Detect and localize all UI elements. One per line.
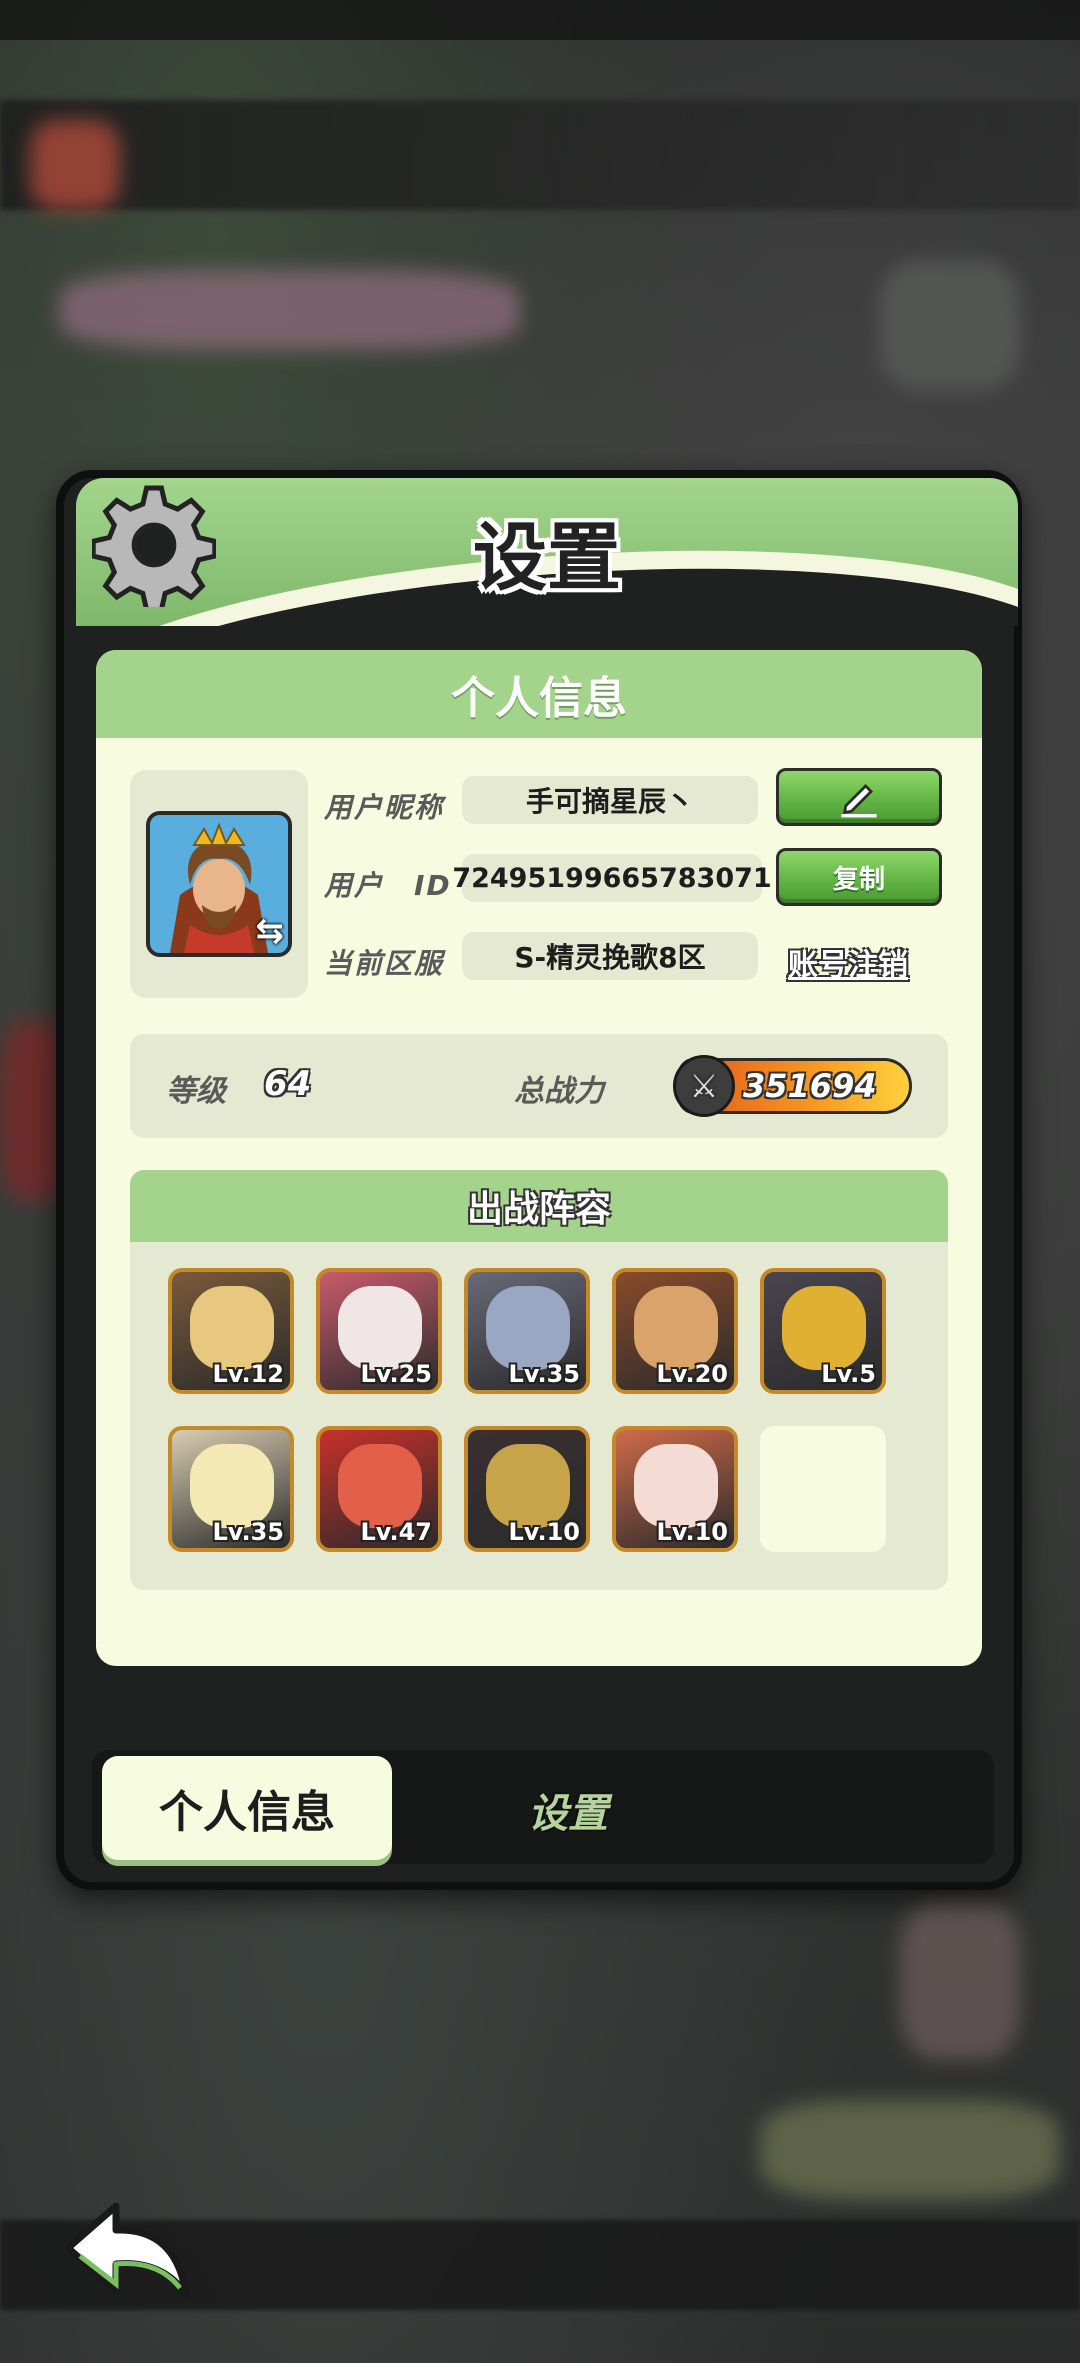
pencil-icon xyxy=(841,784,877,818)
lineup-heading: 出战阵容 xyxy=(130,1170,948,1242)
personal-info-card: 个人信息 ⇆ 用户昵称 手可摘星辰丶 用户 ID 724951996657830… xyxy=(96,650,982,1666)
hero-level: Lv.25 xyxy=(360,1360,433,1388)
status-bar-area xyxy=(0,0,1080,40)
card-heading: 个人信息 xyxy=(96,650,982,738)
hero-level: Lv.12 xyxy=(212,1360,285,1388)
blurred-shape xyxy=(30,120,120,210)
tab-bar: 个人信息 设置 xyxy=(92,1750,994,1864)
back-arrow-icon[interactable] xyxy=(58,2198,198,2308)
nickname-label: 用户昵称 xyxy=(324,791,445,824)
nickname-value: 手可摘星辰丶 xyxy=(462,776,758,824)
crossed-swords-icon: ⚔ xyxy=(673,1055,735,1117)
game-top-bar-blurred xyxy=(0,100,1080,210)
power-value: 351694 xyxy=(743,1067,877,1105)
settings-dialog: 设置 个人信息 ⇆ 用户昵称 手可摘星辰丶 用户 ID 724951996657… xyxy=(56,470,1022,1890)
hero-slot[interactable]: Lv.10 xyxy=(612,1426,738,1552)
avatar-frame[interactable]: ⇆ xyxy=(130,770,308,998)
blurred-shape xyxy=(880,260,1020,390)
dialog-title: 设置 xyxy=(473,515,621,601)
power-label: 总战力 xyxy=(514,1074,604,1109)
hero-slot[interactable]: Lv.35 xyxy=(168,1426,294,1552)
hero-level: Lv.47 xyxy=(360,1518,433,1546)
tab-personal-info[interactable]: 个人信息 xyxy=(102,1756,392,1860)
hero-portrait xyxy=(486,1286,570,1370)
battle-lineup: 出战阵容 Lv.12 Lv.25 Lv.35 Lv.20 Lv.5 Lv.35 Lv.47 L… xyxy=(130,1170,948,1590)
hero-portrait xyxy=(338,1286,422,1370)
hero-portrait xyxy=(486,1444,570,1528)
switch-icon[interactable]: ⇆ xyxy=(256,911,285,951)
server-label: 当前区服 xyxy=(324,947,445,980)
hero-portrait xyxy=(782,1286,866,1370)
hero-level: Lv.35 xyxy=(508,1360,581,1388)
blurred-shape xyxy=(900,1900,1020,2060)
empty-hero-slot[interactable] xyxy=(760,1426,886,1552)
hero-slot[interactable]: Lv.25 xyxy=(316,1268,442,1394)
blurred-shape xyxy=(60,270,520,350)
hero-slot[interactable]: Lv.35 xyxy=(464,1268,590,1394)
level-value: 64 xyxy=(264,1064,312,1104)
power-badge: ⚔ 351694 xyxy=(673,1055,912,1117)
stats-bar: 等级 64 总战力 ⚔ 351694 xyxy=(130,1034,948,1138)
hero-portrait xyxy=(634,1444,718,1528)
edit-nickname-button[interactable] xyxy=(776,768,942,826)
hero-level: Lv.10 xyxy=(508,1518,581,1546)
server-value: S-精灵挽歌8区 xyxy=(462,932,758,980)
hero-level: Lv.5 xyxy=(821,1360,876,1388)
avatar[interactable]: ⇆ xyxy=(146,811,292,957)
hero-slot[interactable]: Lv.5 xyxy=(760,1268,886,1394)
hero-level: Lv.20 xyxy=(656,1360,729,1388)
hero-portrait xyxy=(190,1444,274,1528)
hero-slot[interactable]: Lv.10 xyxy=(464,1426,590,1552)
userid-label: 用户 ID xyxy=(324,869,452,902)
hero-slot[interactable]: Lv.47 xyxy=(316,1426,442,1552)
hero-portrait xyxy=(190,1286,274,1370)
tab-settings[interactable]: 设置 xyxy=(468,1780,668,1840)
hero-level: Lv.10 xyxy=(656,1518,729,1546)
blurred-shape xyxy=(760,2100,1060,2200)
hero-portrait xyxy=(634,1286,718,1370)
account-cancel-link[interactable]: 账号注销 xyxy=(788,940,908,984)
copy-button[interactable]: 复制 xyxy=(776,848,942,906)
level-label: 等级 xyxy=(166,1074,226,1109)
userid-value: 72495199665783071 xyxy=(452,854,772,902)
hero-level: Lv.35 xyxy=(212,1518,285,1546)
hero-portrait xyxy=(338,1444,422,1528)
hero-slot[interactable]: Lv.20 xyxy=(612,1268,738,1394)
hero-slot[interactable]: Lv.12 xyxy=(168,1268,294,1394)
